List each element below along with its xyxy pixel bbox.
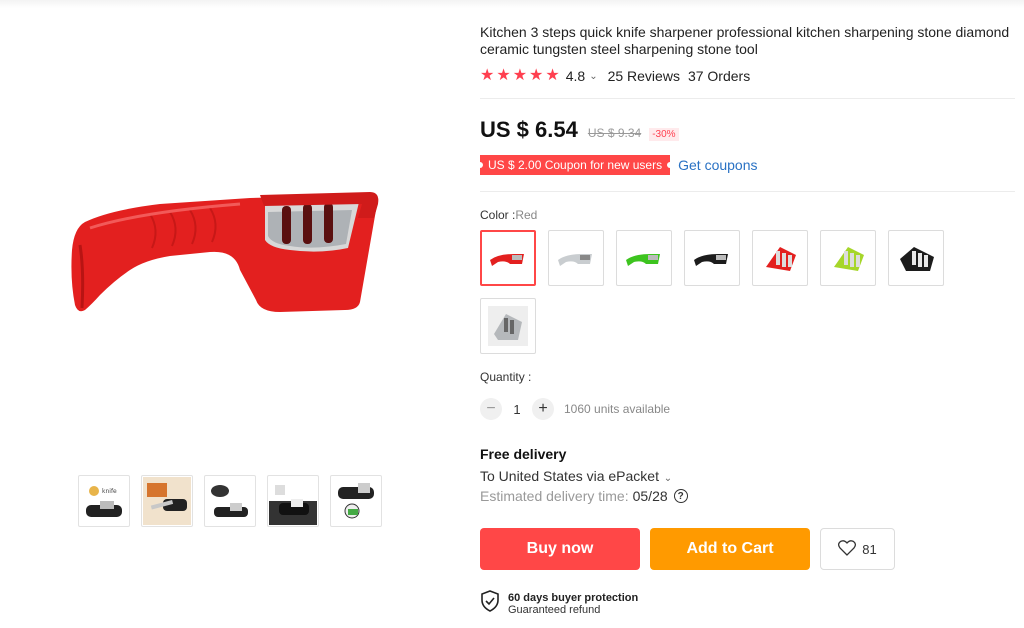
- buyer-protection-title: 60 days buyer protection: [508, 591, 639, 604]
- product-info: Kitchen 3 steps quick knife sharpener pr…: [476, 24, 1015, 617]
- minus-icon[interactable]: −: [480, 398, 502, 420]
- delivery-estimate-date: 05/28: [632, 488, 668, 504]
- coupon-badge: US $ 2.00 Coupon for new users: [476, 155, 674, 175]
- thumbnail-5[interactable]: [330, 475, 382, 527]
- plus-icon[interactable]: +: [532, 398, 554, 420]
- divider: [480, 98, 1015, 99]
- get-coupons-link[interactable]: Get coupons: [678, 157, 757, 173]
- orders-count: 37 Orders: [687, 68, 751, 84]
- thumbnail-3[interactable]: [204, 475, 256, 527]
- action-buttons: Buy now Add to Cart 81: [480, 528, 1015, 570]
- quantity-value[interactable]: 1: [502, 402, 532, 417]
- buyer-protection-text: 60 days buyer protection Guaranteed refu…: [508, 592, 638, 616]
- color-swatch-red-alt[interactable]: [752, 230, 808, 286]
- delivery-estimate-label: Estimated delivery time:: [480, 488, 629, 504]
- color-swatch-red[interactable]: [480, 230, 536, 286]
- reviews-link[interactable]: 25 Reviews: [608, 68, 680, 84]
- wishlist-button[interactable]: 81: [820, 528, 895, 570]
- star-rating[interactable]: ★ ★ ★ ★ ★: [480, 68, 560, 84]
- thumbnail-4[interactable]: [267, 475, 319, 527]
- color-label-text: Color :: [480, 208, 516, 222]
- rating-row: ★ ★ ★ ★ ★ 4.8 ⌄ 25 Reviews 37 Orders: [480, 68, 1015, 85]
- main-product-image[interactable]: [60, 170, 390, 330]
- wishlist-count: 81: [862, 541, 877, 557]
- color-swatches: [480, 230, 950, 354]
- coupon-row: US $ 2.00 Coupon for new users Get coupo…: [476, 155, 1015, 175]
- color-swatch-green[interactable]: [616, 230, 672, 286]
- product-title: Kitchen 3 steps quick knife sharpener pr…: [480, 24, 1010, 57]
- color-swatch-silver[interactable]: [480, 298, 536, 354]
- heart-icon: [838, 539, 857, 559]
- thumbnail-2[interactable]: [141, 475, 193, 527]
- delivery-destination-text[interactable]: To United States via ePacket: [480, 468, 659, 484]
- delivery-estimate: Estimated delivery time: 05/28 ?: [480, 488, 1015, 504]
- thumbnail-strip: knife: [78, 475, 382, 527]
- original-price: US $ 9.34: [587, 126, 642, 140]
- buy-now-button[interactable]: Buy now: [480, 528, 640, 570]
- add-to-cart-button[interactable]: Add to Cart: [650, 528, 810, 570]
- discount-badge: -30%: [649, 128, 679, 141]
- color-swatch-gray[interactable]: [548, 230, 604, 286]
- thumbnail-1[interactable]: knife: [78, 475, 130, 527]
- rating-score[interactable]: 4.8: [566, 68, 585, 84]
- star-icon: ★: [545, 67, 560, 84]
- units-available: 1060 units available: [564, 402, 671, 416]
- star-icon: ★: [529, 67, 544, 84]
- svg-text:knife: knife: [102, 488, 117, 495]
- quantity-label: Quantity :: [480, 370, 532, 384]
- chevron-down-icon[interactable]: ⌄: [589, 71, 597, 82]
- color-swatch-black-alt[interactable]: [888, 230, 944, 286]
- color-swatch-black[interactable]: [684, 230, 740, 286]
- delivery-destination[interactable]: To United States via ePacket ⌄: [480, 468, 1015, 484]
- star-icon: ★: [512, 67, 528, 84]
- chevron-down-icon[interactable]: ⌄: [661, 473, 672, 484]
- color-swatch-lime[interactable]: [820, 230, 876, 286]
- buyer-protection-subtitle: Guaranteed refund: [508, 603, 601, 616]
- top-fade: [0, 0, 1024, 8]
- color-selected-value: Red: [515, 208, 538, 222]
- price-row: US $ 6.54 US $ 9.34 -30%: [480, 117, 1015, 143]
- divider: [480, 191, 1015, 192]
- delivery-title: Free delivery: [480, 446, 567, 462]
- star-icon: ★: [480, 67, 495, 84]
- buyer-protection: 60 days buyer protection Guaranteed refu…: [480, 590, 1015, 617]
- shield-icon: [480, 590, 500, 617]
- quantity-stepper: − 1 + 1060 units available: [480, 398, 1015, 420]
- help-icon[interactable]: ?: [673, 489, 688, 503]
- color-label: Color :Red: [480, 208, 1015, 222]
- star-icon: ★: [496, 67, 511, 84]
- current-price: US $ 6.54: [480, 117, 578, 142]
